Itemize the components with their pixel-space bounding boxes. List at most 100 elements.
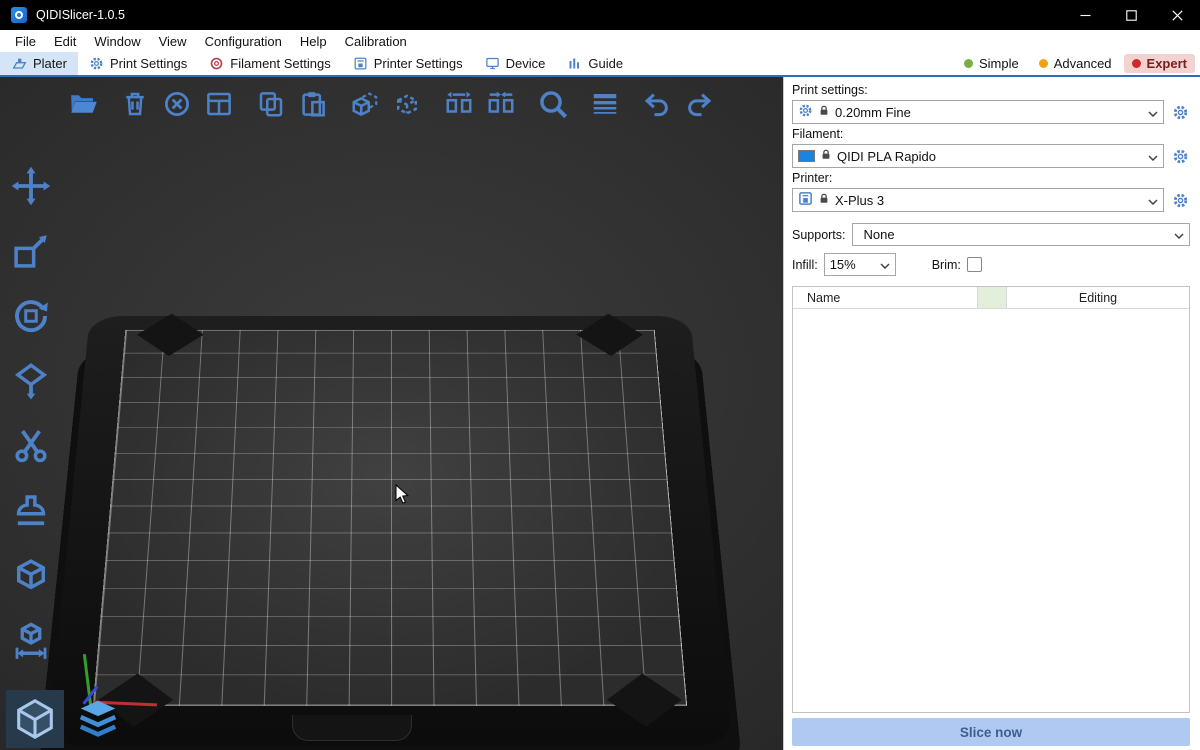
menu-configuration[interactable]: Configuration [196,32,291,51]
infill-combo[interactable]: 15% [824,253,896,276]
menu-calibration[interactable]: Calibration [336,32,416,51]
open-button[interactable] [64,85,102,123]
place-on-face-tool-button[interactable] [8,358,54,404]
column-name[interactable]: Name [793,287,977,308]
column-editing[interactable]: Editing [1007,287,1189,308]
printer-gear-button[interactable] [1170,190,1190,210]
mode-expert[interactable]: Expert [1124,54,1195,73]
chevron-down-icon [1148,149,1158,164]
add-instance-button[interactable] [346,85,384,123]
object-list-body[interactable] [793,309,1189,712]
print-settings-combo[interactable]: 0.20mm Fine [792,100,1164,124]
mode-label: Advanced [1054,56,1112,71]
monitor-icon [485,56,500,71]
chevron-down-icon [1148,193,1158,208]
mouse-cursor [395,484,411,511]
mode-simple[interactable]: Simple [956,54,1027,73]
mode-label: Simple [979,56,1019,71]
mode-dot [1132,59,1141,68]
remove-instance-button[interactable] [388,85,426,123]
filament-spool-icon [209,56,224,71]
close-button[interactable] [1154,0,1200,30]
menu-view[interactable]: View [150,32,196,51]
brim-label: Brim: [932,258,961,272]
supports-combo[interactable]: None [852,223,1190,246]
app-window: QIDISlicer-1.0.5 File Edit Window View C… [0,0,1200,750]
lock-icon [818,104,830,120]
filament-color-swatch [798,150,815,162]
tab-filament-settings[interactable]: Filament Settings [198,52,341,75]
guide-bars-icon [567,56,582,71]
layers-preview-button[interactable] [69,690,127,748]
menu-bar: File Edit Window View Configuration Help… [0,30,1200,52]
editor-3d-view-button[interactable] [6,690,64,748]
supports-label: Supports: [792,228,846,242]
tab-bar: Plater Print Settings Filament Settings … [0,52,1200,77]
infill-value: 15% [830,257,875,272]
menu-edit[interactable]: Edit [45,32,85,51]
search-button[interactable] [534,85,572,123]
supports-value: None [858,227,1169,242]
tab-print-settings[interactable]: Print Settings [78,52,198,75]
delete-button[interactable] [116,85,154,123]
split-to-parts-button[interactable] [482,85,520,123]
cut-tool-button[interactable] [8,423,54,469]
filament-value: QIDI PLA Rapido [837,149,1143,164]
mode-dot [1039,59,1048,68]
tab-label: Guide [588,56,623,71]
gear-icon [89,56,104,71]
printer-combo[interactable]: X-Plus 3 [792,188,1164,212]
move-tool-button[interactable] [8,163,54,209]
copy-button[interactable] [252,85,290,123]
filament-gear-button[interactable] [1170,146,1190,166]
printer-icon [798,191,813,209]
filament-combo[interactable]: QIDI PLA Rapido [792,144,1164,168]
object-list-header: Name Editing [793,287,1189,309]
print-bed-grid [93,330,687,706]
menu-file[interactable]: File [6,32,45,51]
split-to-objects-button[interactable] [440,85,478,123]
scale-tool-button[interactable] [8,228,54,274]
chevron-down-icon [1148,105,1158,120]
tab-plater[interactable]: Plater [0,52,78,75]
object-list[interactable]: Name Editing [792,286,1190,713]
tab-printer-settings[interactable]: Printer Settings [342,52,474,75]
left-toolbar [8,163,54,664]
viewport-3d[interactable] [0,77,783,750]
tab-guide[interactable]: Guide [556,52,634,75]
arrange-button[interactable] [200,85,238,123]
undo-button[interactable] [638,85,676,123]
slice-now-button[interactable]: Slice now [792,718,1190,746]
tab-label: Device [506,56,546,71]
mode-switcher: Simple Advanced Expert [956,52,1200,75]
mode-advanced[interactable]: Advanced [1031,54,1120,73]
paint-supports-tool-button[interactable] [8,488,54,534]
top-toolbar [64,85,722,123]
minimize-button[interactable] [1062,0,1108,30]
variable-layer-height-button[interactable] [586,85,624,123]
window-title: QIDISlicer-1.0.5 [36,8,125,22]
mode-dot [964,59,973,68]
chevron-down-icon [880,257,890,272]
menu-window[interactable]: Window [85,32,149,51]
paste-button[interactable] [294,85,332,123]
print-settings-gear-button[interactable] [1170,102,1190,122]
title-bar: QIDISlicer-1.0.5 [0,0,1200,30]
caliper-tool-button[interactable] [8,618,54,664]
brim-checkbox[interactable] [967,257,982,272]
delete-all-button[interactable] [158,85,196,123]
extruder-column-swatch [977,287,1007,308]
printer-label: Printer: [792,171,1190,185]
tab-label: Filament Settings [230,56,330,71]
redo-button[interactable] [680,85,718,123]
measure-tool-button[interactable] [8,553,54,599]
tab-device[interactable]: Device [474,52,557,75]
mode-label: Expert [1147,56,1187,71]
view-toggles [6,690,127,748]
tab-label: Print Settings [110,56,187,71]
lock-icon [818,192,830,208]
menu-help[interactable]: Help [291,32,336,51]
maximize-button[interactable] [1108,0,1154,30]
plater-icon [11,56,27,72]
rotate-tool-button[interactable] [8,293,54,339]
